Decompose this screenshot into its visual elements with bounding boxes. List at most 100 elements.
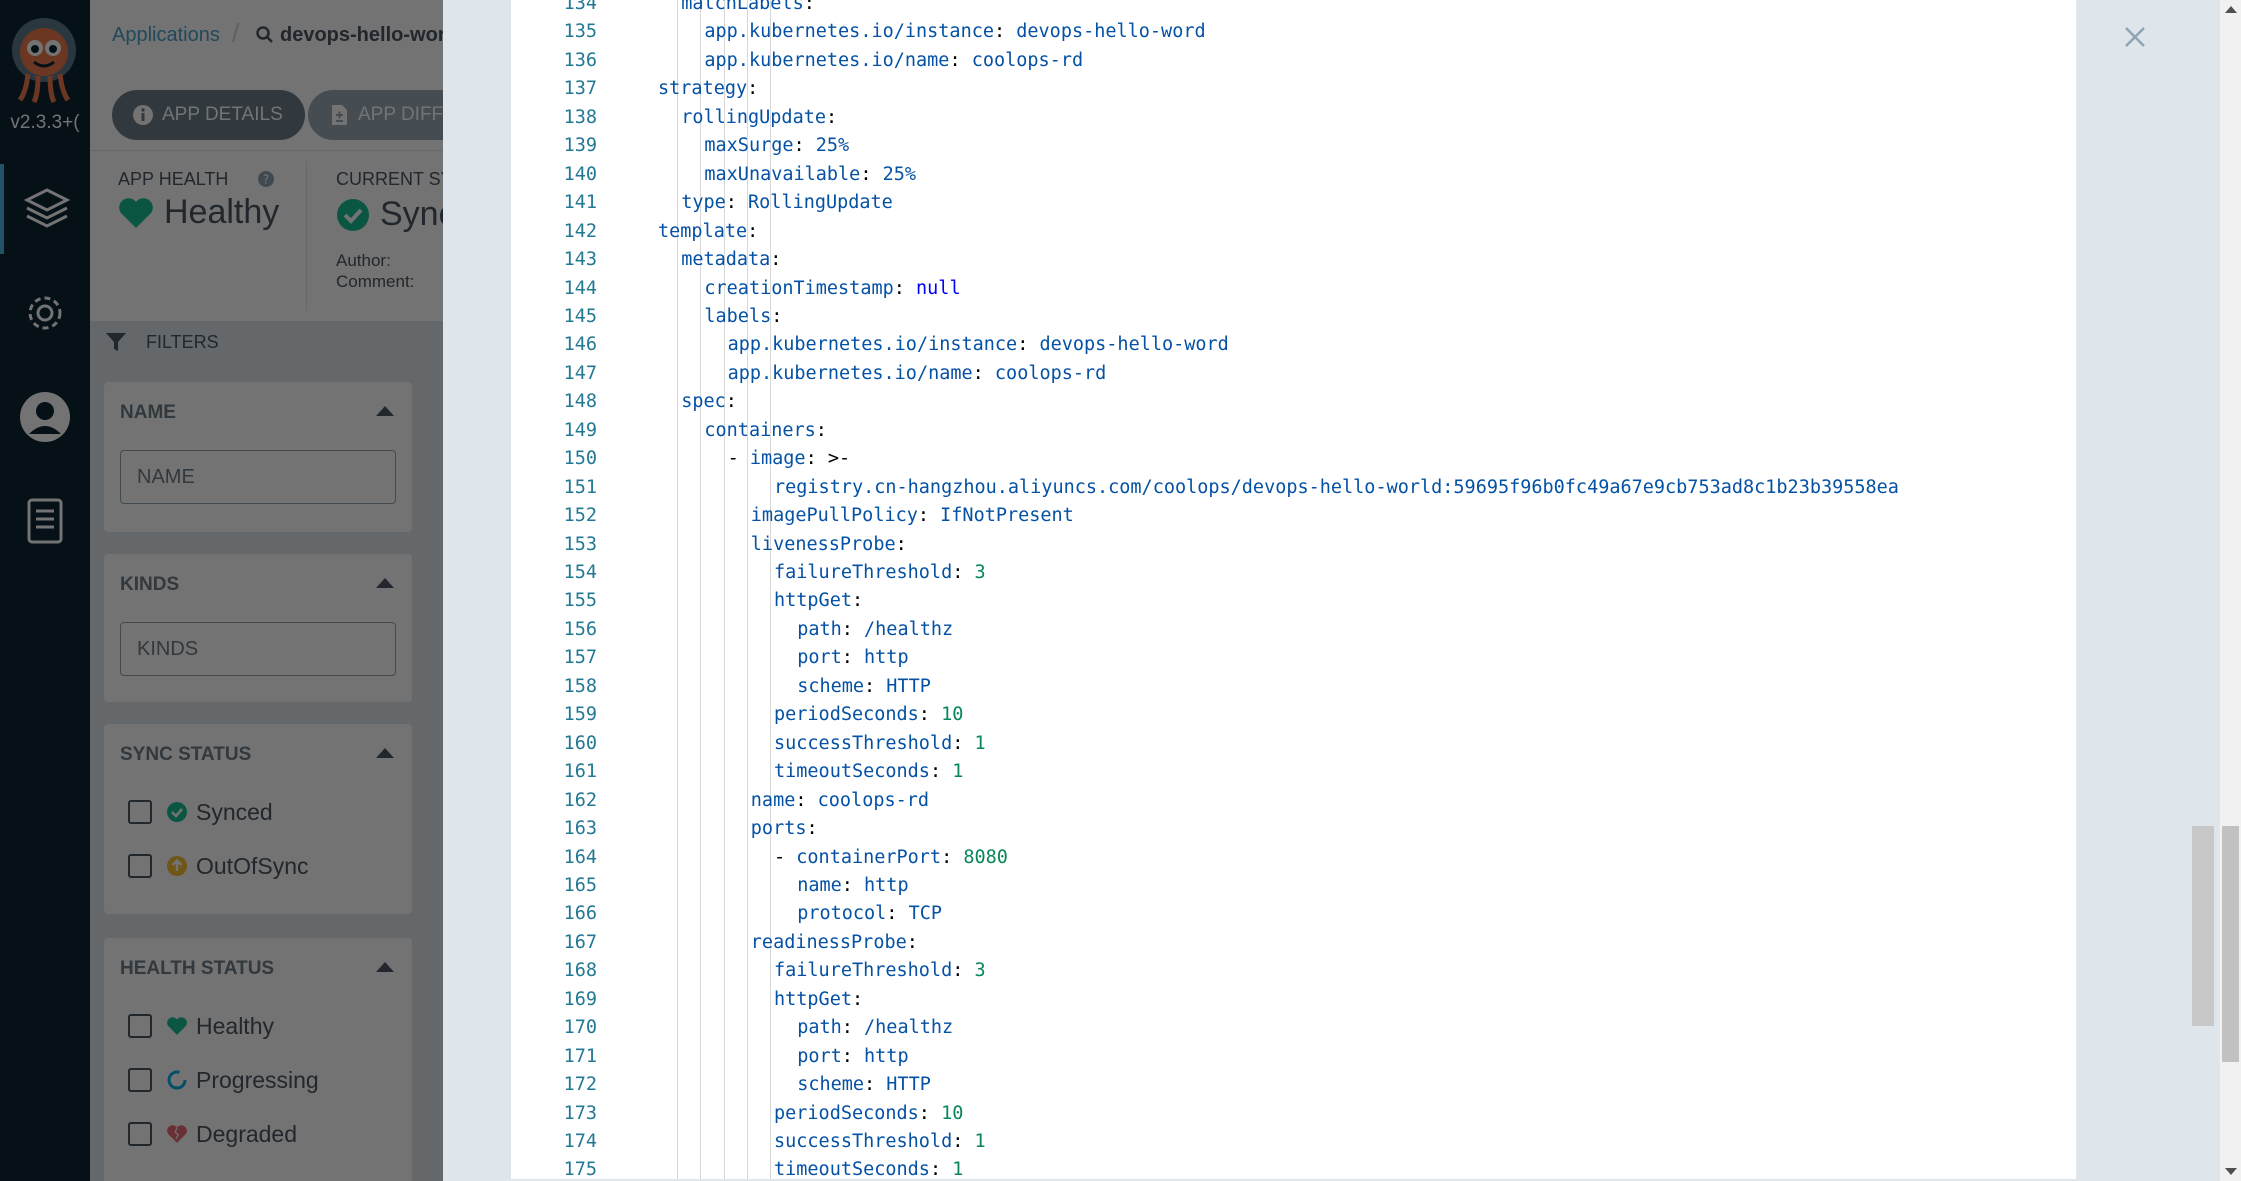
code-line[interactable]: 161 timeoutSeconds: 1: [511, 758, 2076, 787]
code-line[interactable]: 142 template:: [511, 218, 2076, 247]
code-line[interactable]: 166 protocol: TCP: [511, 900, 2076, 929]
code-line[interactable]: 138 rollingUpdate:: [511, 104, 2076, 133]
code-token: :: [993, 21, 1017, 43]
code-token: :: [841, 874, 865, 896]
spinner-icon: [167, 1070, 187, 1090]
code-line[interactable]: 147 app.kubernetes.io/name: coolops-rd: [511, 360, 2076, 389]
breadcrumb-current-app[interactable]: devops-hello-word: [280, 24, 443, 47]
code-line[interactable]: 154 failureThreshold: 3: [511, 559, 2076, 588]
yaml-editor[interactable]: 134 matchLabels: 135 app.kubernetes.io/inst…: [511, 0, 2077, 1179]
code-token: rollingUpdate: [681, 106, 826, 128]
code-line[interactable]: 155 httpGet:: [511, 587, 2076, 616]
argo-logo-icon[interactable]: [8, 14, 80, 104]
editor-scrollbar[interactable]: [2192, 826, 2214, 1026]
code-line[interactable]: 168 failureThreshold: 3: [511, 957, 2076, 986]
user-icon: [20, 392, 70, 442]
app-details-button[interactable]: APP DETAILS: [112, 90, 305, 140]
code-line[interactable]: 165 name: http: [511, 872, 2076, 901]
code-line[interactable]: 139 maxSurge: 25%: [511, 132, 2076, 161]
code-text: name: http: [797, 872, 908, 901]
code-line[interactable]: 141 type: RollingUpdate: [511, 189, 2076, 218]
code-token: :: [917, 505, 941, 527]
help-icon[interactable]: ?: [257, 170, 275, 188]
code-line[interactable]: 151 registry.cn-hangzhou.aliyuncs.com/coo…: [511, 474, 2076, 503]
code-line[interactable]: 158 scheme: HTTP: [511, 673, 2076, 702]
app-diff-button[interactable]: APP DIFF: [308, 90, 443, 140]
code-line[interactable]: 167 readinessProbe:: [511, 929, 2076, 958]
code-line[interactable]: 148 spec:: [511, 388, 2076, 417]
code-token: :: [841, 618, 865, 640]
scroll-up-icon[interactable]: [2225, 6, 2237, 13]
nav-docs[interactable]: [0, 476, 90, 566]
checkbox[interactable]: [128, 1014, 152, 1038]
name-filter-input[interactable]: NAME: [120, 450, 396, 504]
code-line[interactable]: 169 httpGet:: [511, 986, 2076, 1015]
code-line[interactable]: 174 successThreshold: 1: [511, 1128, 2076, 1157]
line-number: 172: [563, 1074, 597, 1096]
code-line[interactable]: 164 - containerPort: 8080: [511, 844, 2076, 873]
collapse-caret-icon[interactable]: [376, 578, 394, 588]
code-text: name: coolops-rd: [751, 787, 929, 816]
code-line[interactable]: 153 livenessProbe:: [511, 531, 2076, 560]
filter-option-progressing[interactable]: Progressing: [128, 1064, 319, 1096]
code-line[interactable]: 170 path: /healthz: [511, 1014, 2076, 1043]
checkbox[interactable]: [128, 800, 152, 824]
code-line[interactable]: 144 creationTimestamp: null: [511, 275, 2076, 304]
code-line[interactable]: 140 maxUnavailable: 25%: [511, 161, 2076, 190]
filter-option-degraded[interactable]: Degraded: [128, 1118, 297, 1150]
code-line[interactable]: 152 imagePullPolicy: IfNotPresent: [511, 502, 2076, 531]
checkbox[interactable]: [128, 854, 152, 878]
collapse-caret-icon[interactable]: [376, 748, 394, 758]
code-line[interactable]: 146 app.kubernetes.io/instance: devops-he…: [511, 331, 2076, 360]
option-label: Healthy: [196, 1012, 274, 1039]
kinds-filter-input[interactable]: KINDS: [120, 622, 396, 676]
line-number: 162: [563, 789, 597, 811]
code-token: successThreshold: [774, 732, 953, 754]
close-icon[interactable]: [2120, 22, 2150, 52]
option-label: Synced: [196, 798, 273, 825]
code-line[interactable]: 157 port: http: [511, 644, 2076, 673]
code-line[interactable]: 172 scheme: HTTP: [511, 1071, 2076, 1100]
checkbox[interactable]: [128, 1122, 152, 1146]
code-line[interactable]: 150 - image: >-: [511, 445, 2076, 474]
code-token: :: [918, 704, 942, 726]
code-line[interactable]: 160 successThreshold: 1: [511, 730, 2076, 759]
code-line[interactable]: 173 periodSeconds: 10: [511, 1100, 2076, 1129]
code-line[interactable]: 156 path: /healthz: [511, 616, 2076, 645]
code-line[interactable]: 136 app.kubernetes.io/name: coolops-rd: [511, 47, 2076, 76]
scroll-down-icon[interactable]: [2225, 1168, 2237, 1175]
code-token: creationTimestamp: [704, 277, 894, 299]
code-line[interactable]: 162 name: coolops-rd: [511, 787, 2076, 816]
code-line[interactable]: 135 app.kubernetes.io/instance: devops-he…: [511, 18, 2076, 47]
checkbox[interactable]: [128, 1068, 152, 1092]
page-scrollbar[interactable]: [2220, 0, 2241, 1181]
nav-settings[interactable]: [0, 268, 90, 358]
code-line[interactable]: 137 strategy:: [511, 75, 2076, 104]
code-token: :: [795, 789, 818, 811]
code-line[interactable]: 143 metadata:: [511, 246, 2076, 275]
collapse-caret-icon[interactable]: [376, 962, 394, 972]
current-sync-value: Sync: [336, 195, 443, 234]
code-line[interactable]: 134 matchLabels:: [511, 0, 2076, 19]
code-token: : >-: [805, 448, 851, 470]
filter-option-synced[interactable]: Synced: [128, 796, 273, 828]
nav-applications[interactable]: [0, 164, 90, 254]
breadcrumb-applications[interactable]: Applications: [112, 24, 220, 47]
nav-user[interactable]: [0, 372, 90, 462]
code-token: TCP: [908, 903, 942, 925]
line-number: 161: [563, 761, 597, 783]
code-line[interactable]: 163 ports:: [511, 815, 2076, 844]
code-line[interactable]: 159 periodSeconds: 10: [511, 701, 2076, 730]
code-line[interactable]: 149 containers:: [511, 417, 2076, 446]
code-line[interactable]: 145 labels:: [511, 303, 2076, 332]
code-token: 25%: [882, 163, 917, 185]
code-line[interactable]: 171 port: http: [511, 1043, 2076, 1072]
code-line[interactable]: 175 timeoutSeconds: 1: [511, 1156, 2076, 1179]
code-token: 10: [941, 704, 964, 726]
filter-option-healthy[interactable]: Healthy: [128, 1010, 274, 1042]
collapse-caret-icon[interactable]: [376, 406, 394, 416]
code-token: :: [941, 846, 964, 868]
scroll-thumb[interactable]: [2222, 826, 2239, 1062]
code-token: periodSeconds: [774, 1102, 919, 1124]
filter-option-outofsync[interactable]: OutOfSync: [128, 850, 308, 882]
